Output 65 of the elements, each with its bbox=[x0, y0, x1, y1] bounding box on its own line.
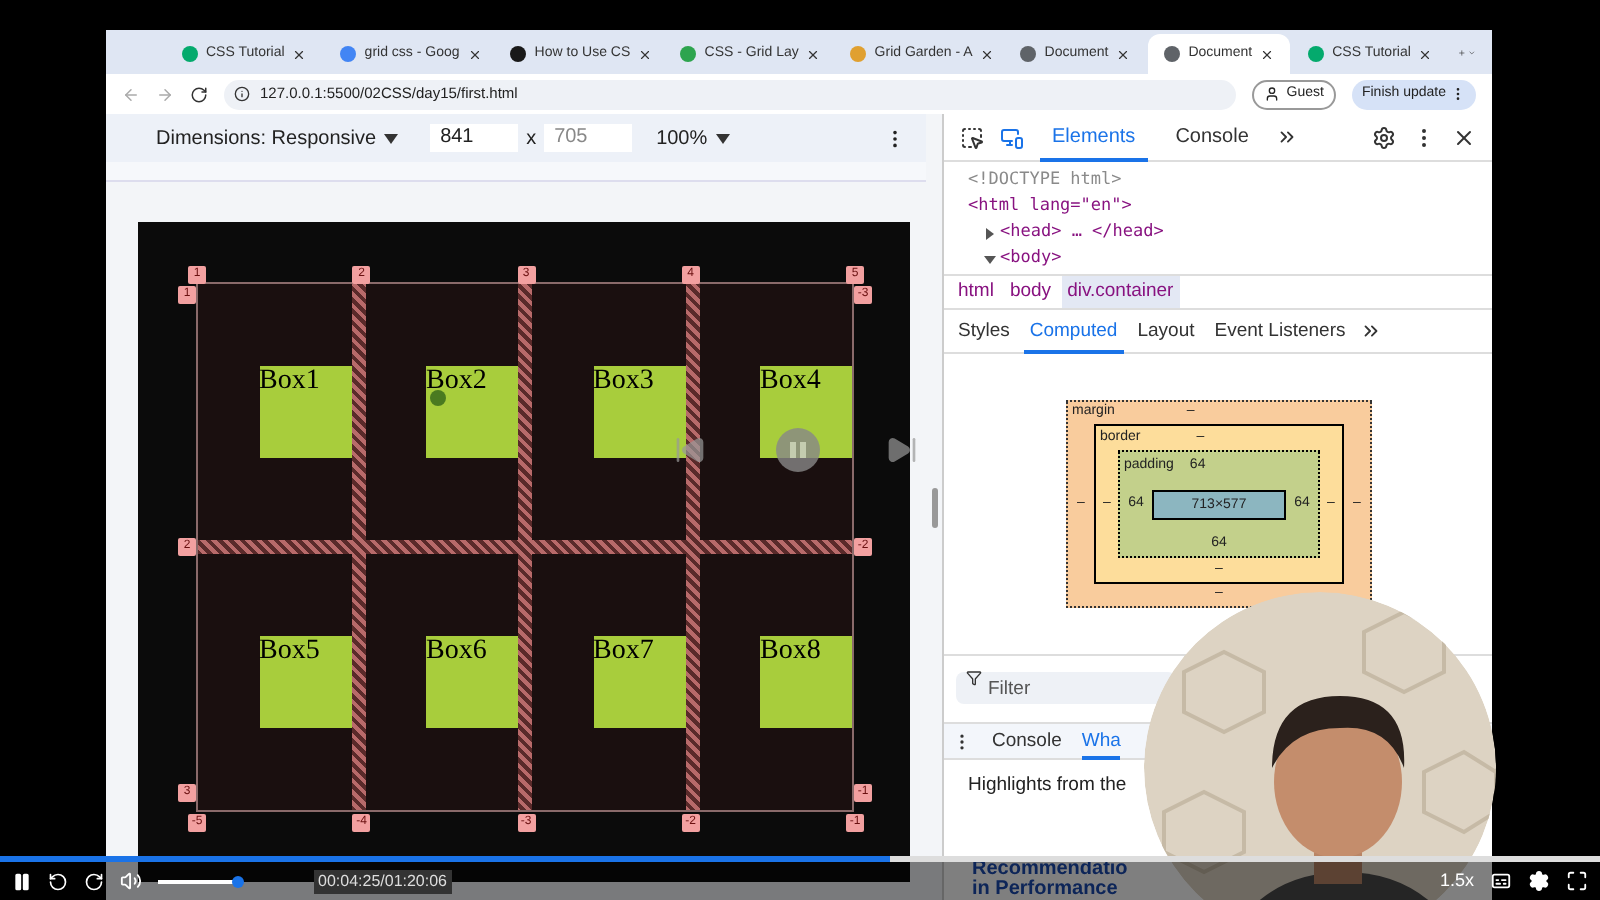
info-icon[interactable] bbox=[234, 86, 250, 102]
breadcrumb[interactable]: html bbox=[952, 276, 1000, 308]
close-icon[interactable] bbox=[806, 47, 821, 61]
fullscreen-icon[interactable] bbox=[1566, 870, 1588, 892]
more-tabs-icon[interactable] bbox=[1359, 320, 1382, 342]
grid-box: Box8 bbox=[760, 636, 852, 728]
collapse-triangle-icon[interactable] bbox=[984, 253, 996, 265]
panel-tab[interactable]: Styles bbox=[952, 309, 1016, 353]
drawer-tab[interactable]: Console bbox=[992, 722, 1062, 760]
headline-text: in Performance bbox=[972, 880, 1118, 900]
expand-triangle-icon[interactable] bbox=[984, 227, 996, 239]
grid-box: Box7 bbox=[593, 636, 685, 728]
panel-tab[interactable]: Event Listeners bbox=[1208, 309, 1352, 353]
close-icon[interactable] bbox=[638, 47, 653, 61]
devtools-tab[interactable]: Console bbox=[1163, 113, 1261, 161]
filter-icon bbox=[966, 669, 982, 685]
code-line: <html lang="en"> bbox=[968, 194, 1132, 220]
settings-icon[interactable] bbox=[1372, 125, 1396, 149]
close-icon[interactable] bbox=[1418, 47, 1433, 61]
breadcrumb[interactable]: div.container bbox=[1061, 276, 1180, 308]
code-line: <body> bbox=[1000, 246, 1062, 272]
height-field[interactable]: 705 bbox=[544, 124, 633, 152]
grid-box: Box1 bbox=[259, 366, 351, 458]
close-icon[interactable] bbox=[467, 47, 482, 61]
captions-icon[interactable] bbox=[1490, 870, 1512, 892]
panel-tab[interactable]: Layout bbox=[1131, 309, 1201, 353]
headline-text: Recommendatio bbox=[972, 860, 1128, 880]
drawer-tab[interactable]: Wha bbox=[1081, 722, 1121, 760]
rewind-icon[interactable] bbox=[48, 871, 68, 891]
more-tabs-icon[interactable] bbox=[1276, 126, 1299, 148]
dropdown-triangle-icon bbox=[715, 133, 730, 143]
device-toolbar-icon[interactable] bbox=[1000, 125, 1024, 149]
rewind-icon[interactable] bbox=[674, 434, 706, 466]
grid-box: Box5 bbox=[259, 636, 351, 728]
times-sign: x bbox=[526, 125, 537, 153]
width-field[interactable]: 841 bbox=[430, 124, 519, 152]
close-icon[interactable] bbox=[980, 47, 995, 61]
code-line: <!DOCTYPE html> bbox=[968, 168, 1122, 194]
skip-forward-icon[interactable] bbox=[886, 434, 918, 466]
grid-box: Box3 bbox=[593, 366, 685, 458]
devtools-tab[interactable]: Elements bbox=[1040, 113, 1148, 161]
reload-icon[interactable] bbox=[190, 85, 208, 103]
panel-tab[interactable]: Computed bbox=[1023, 309, 1124, 353]
code-line: <head> … </head> bbox=[1000, 220, 1164, 246]
close-icon[interactable] bbox=[1260, 47, 1275, 61]
breadcrumb[interactable]: body bbox=[1003, 276, 1058, 308]
filter-field[interactable]: Filter bbox=[956, 672, 1176, 704]
inspect-icon[interactable] bbox=[960, 125, 984, 149]
grid-box: Box2 bbox=[426, 366, 518, 458]
zoom-dropdown[interactable]: 100% bbox=[656, 123, 730, 153]
dropdown-triangle-icon bbox=[384, 133, 399, 143]
highlights-text: Highlights from the bbox=[968, 772, 1129, 800]
speed-button[interactable]: 1.5x bbox=[1439, 867, 1474, 895]
forward-icon[interactable] bbox=[84, 871, 104, 891]
dimensions-dropdown[interactable]: Dimensions: Responsive bbox=[156, 123, 399, 153]
person-icon bbox=[1264, 86, 1281, 102]
close-icon[interactable] bbox=[1116, 47, 1131, 61]
resize-handle[interactable] bbox=[931, 487, 937, 527]
pause-icon[interactable] bbox=[12, 871, 32, 891]
grid-box: Box6 bbox=[426, 636, 518, 728]
progress-track[interactable] bbox=[0, 856, 1600, 862]
close-icon[interactable] bbox=[1452, 125, 1476, 149]
volume-icon[interactable] bbox=[120, 870, 142, 892]
close-icon[interactable] bbox=[292, 47, 307, 61]
time-text: 00:04:25/01:20:06 bbox=[314, 869, 452, 893]
